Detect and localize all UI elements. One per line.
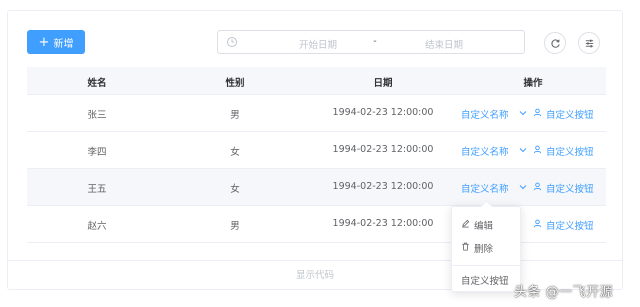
chevron-down-icon [519, 109, 527, 119]
start-date-input[interactable]: 开始日期 [278, 37, 358, 51]
cell-date: 1994-02-23 12:00:00 [332, 107, 434, 118]
end-date-input[interactable]: 结束日期 [404, 37, 484, 51]
watermark: 头条 @一飞开源 [514, 285, 614, 300]
user-icon [533, 145, 542, 157]
action-name-dropdown[interactable]: 自定义名称 [461, 107, 527, 121]
plus-icon: + [38, 34, 50, 50]
cell-gender: 男 [230, 221, 240, 232]
edit-icon [461, 219, 470, 231]
dropdown-item-delete[interactable]: 删除 [461, 241, 493, 255]
delete-label: 删除 [474, 244, 494, 255]
refresh-icon [550, 34, 561, 53]
action-name-label: 自定义名称 [461, 184, 509, 195]
sliders-icon [584, 34, 595, 53]
clock-icon [226, 36, 238, 51]
cell-date: 1994-02-23 12:00:00 [332, 218, 434, 229]
column-header-gender: 性别 [225, 78, 245, 89]
custom-label: 自定义按钮 [461, 276, 509, 287]
cell-name: 赵六 [87, 221, 107, 232]
table-row: 张三 男 1994-02-23 12:00:00 自定义名称 自定义按钮 [27, 95, 606, 132]
user-icon [533, 219, 542, 231]
user-icon [533, 108, 542, 120]
custom-action-button[interactable]: 自定义按钮 [533, 218, 594, 232]
edit-label: 编辑 [474, 221, 494, 232]
date-range-picker[interactable]: 开始日期 - 结束日期 [217, 30, 525, 54]
column-header-name: 姓名 [87, 78, 107, 89]
custom-action-label: 自定义按钮 [546, 110, 594, 121]
cell-name: 张三 [87, 110, 107, 121]
add-button-label: 新增 [53, 38, 74, 50]
chevron-down-icon [519, 183, 527, 193]
trash-icon [461, 242, 470, 254]
column-settings-button[interactable] [578, 32, 600, 54]
table-card: + 新增 开始日期 - 结束日期 姓名 性别 日期 操作 张三 男 1994-0… [7, 10, 623, 290]
column-header-date: 日期 [373, 78, 393, 89]
column-header-actions: 操作 [523, 78, 543, 89]
action-name-label: 自定义名称 [461, 147, 509, 158]
table-row: 王五 女 1994-02-23 12:00:00 自定义名称 自定义按钮 [27, 169, 606, 206]
custom-action-label: 自定义按钮 [546, 147, 594, 158]
action-name-dropdown[interactable]: 自定义名称 [461, 144, 527, 158]
refresh-button[interactable] [544, 32, 566, 54]
add-button[interactable]: + 新增 [27, 30, 85, 54]
cell-date: 1994-02-23 12:00:00 [332, 181, 434, 192]
dropdown-item-edit[interactable]: 编辑 [461, 218, 493, 232]
cell-gender: 男 [230, 110, 240, 121]
custom-action-button[interactable]: 自定义按钮 [533, 107, 594, 121]
custom-action-label: 自定义按钮 [546, 184, 594, 195]
cell-name: 李四 [87, 147, 107, 158]
cell-gender: 女 [230, 147, 240, 158]
chevron-down-icon [519, 146, 527, 156]
date-separator: - [373, 36, 377, 47]
dropdown-item-custom[interactable]: 自定义按钮 [461, 273, 509, 287]
user-icon [533, 182, 542, 194]
custom-action-label: 自定义按钮 [546, 221, 594, 232]
table-row: 李四 女 1994-02-23 12:00:00 自定义名称 自定义按钮 [27, 132, 606, 169]
action-name-label: 自定义名称 [461, 110, 509, 121]
cell-date: 1994-02-23 12:00:00 [332, 144, 434, 155]
action-dropdown-menu: 编辑 删除 自定义按钮 [451, 200, 521, 292]
custom-action-button[interactable]: 自定义按钮 [533, 181, 594, 195]
table-header: 姓名 性别 日期 操作 [27, 67, 606, 95]
dropdown-divider [452, 265, 520, 266]
cell-name: 王五 [87, 184, 107, 195]
cell-gender: 女 [230, 184, 240, 195]
custom-action-button[interactable]: 自定义按钮 [533, 144, 594, 158]
action-name-dropdown[interactable]: 自定义名称 [461, 181, 527, 195]
